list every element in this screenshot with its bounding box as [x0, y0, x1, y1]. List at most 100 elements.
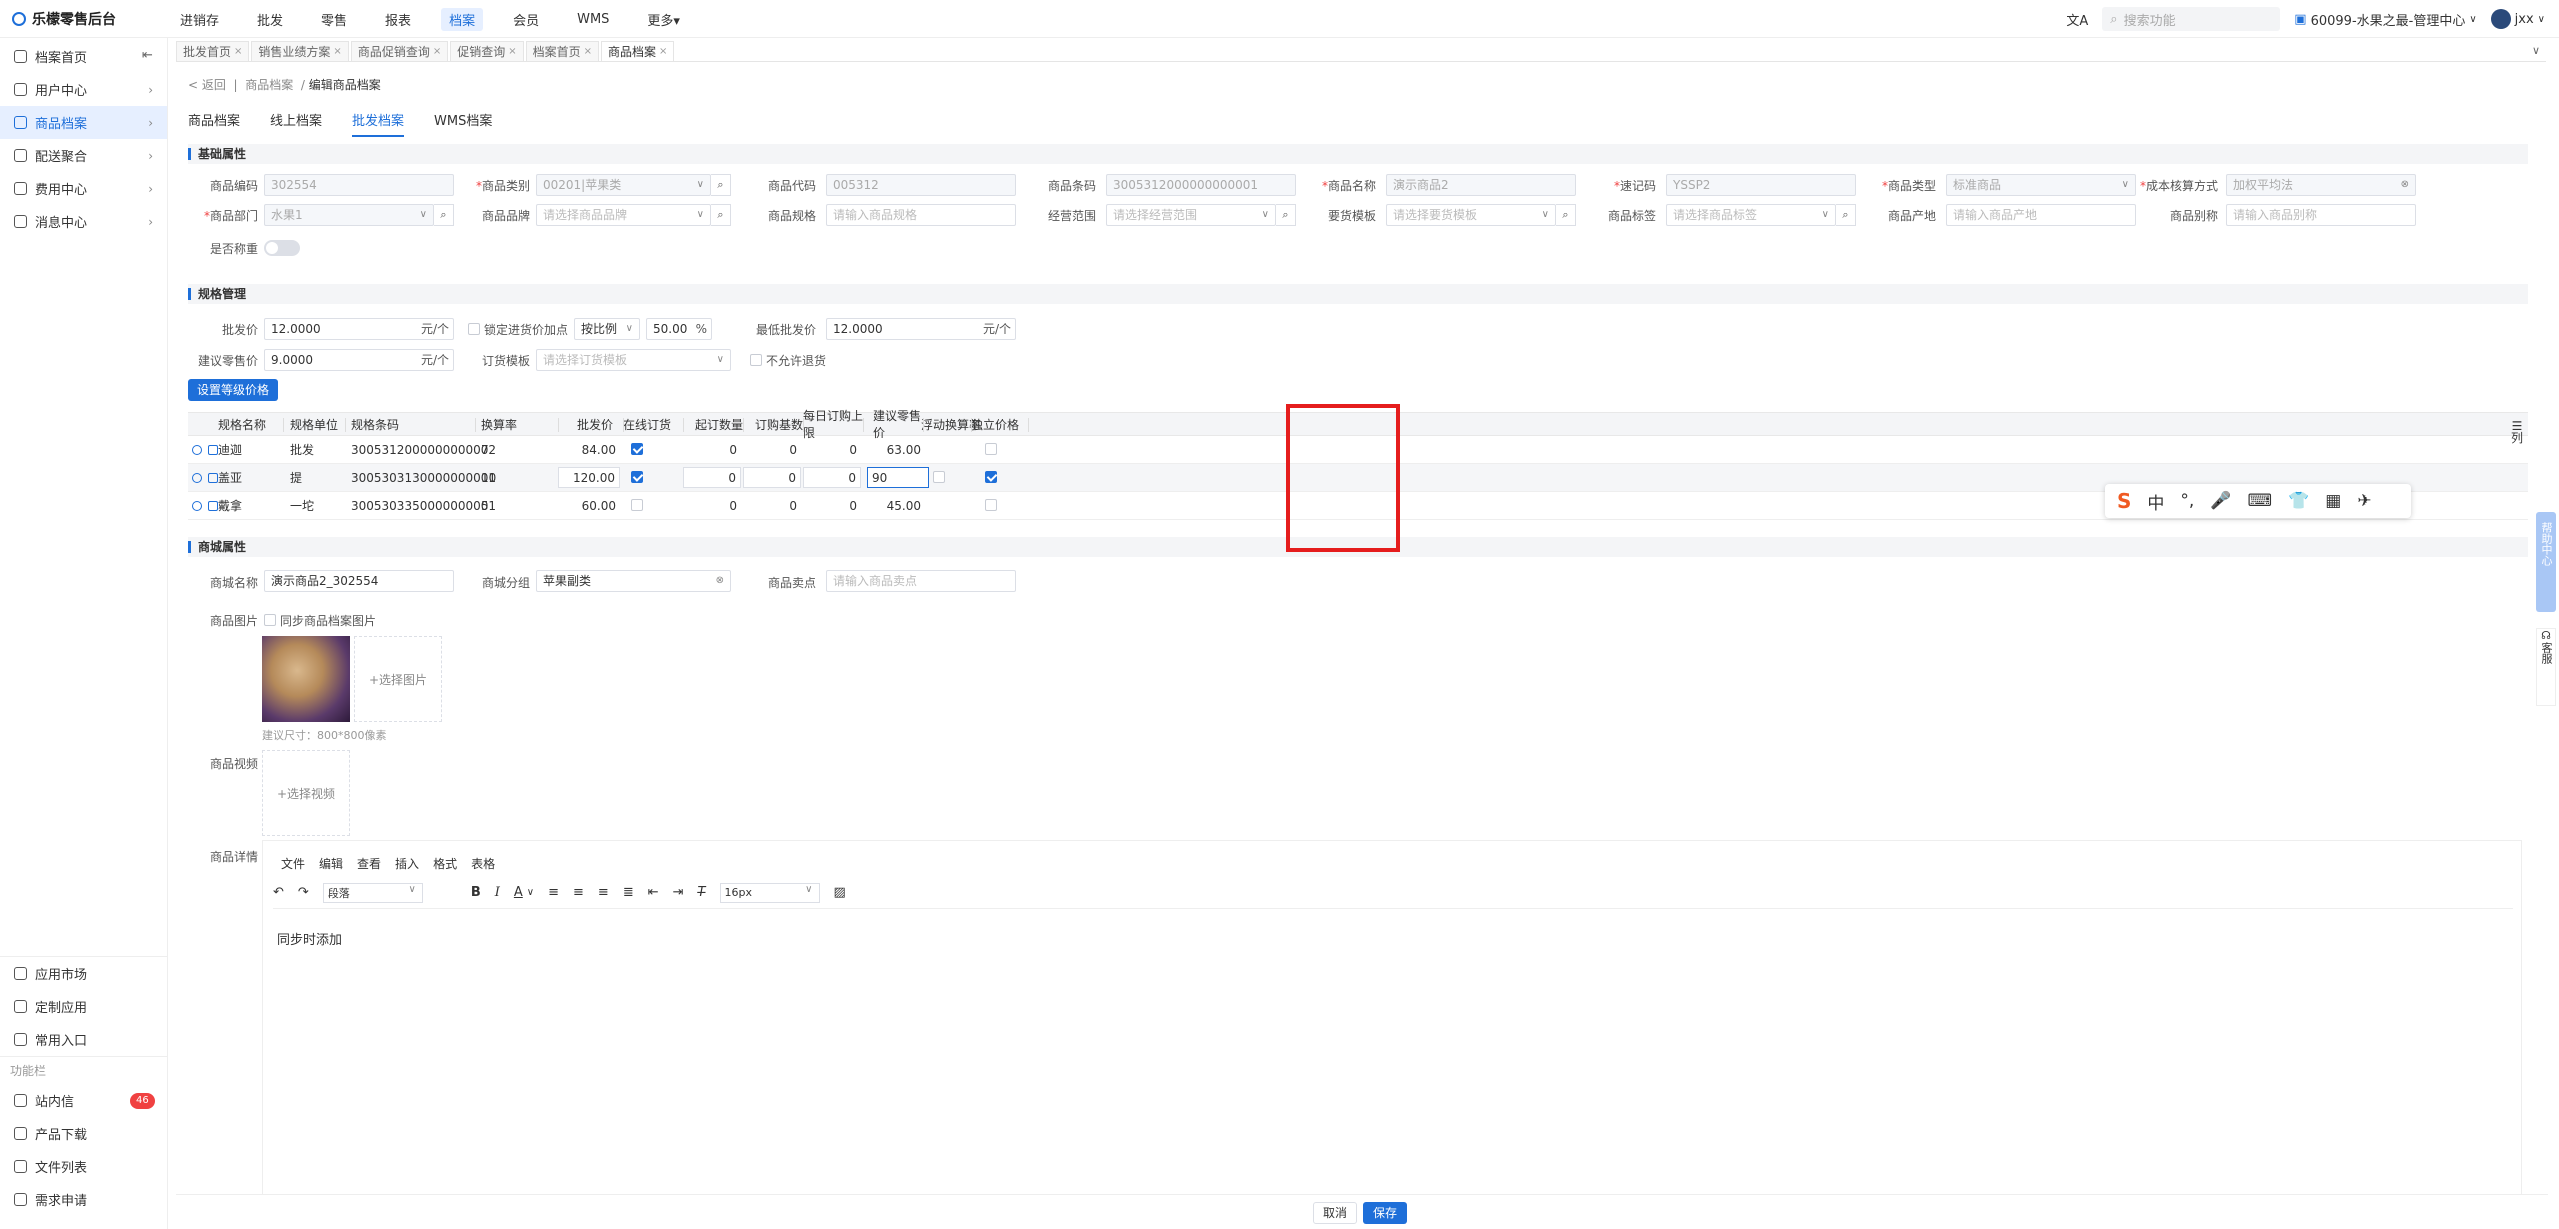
independent-price-checkbox[interactable]: [985, 471, 997, 483]
online-order-checkbox[interactable]: [631, 471, 643, 483]
topnav-item[interactable]: 更多▾: [639, 8, 688, 31]
tabs-dropdown-icon[interactable]: ∨: [2532, 44, 2540, 57]
quick-code-field[interactable]: YSSP2: [1666, 174, 1856, 196]
help-center-tab[interactable]: 帮助中心: [2536, 512, 2556, 612]
tpl-select[interactable]: 请选择要货模板 ∨: [1386, 204, 1556, 226]
sogou-logo-icon[interactable]: S: [2117, 489, 2131, 513]
align-justify-icon[interactable]: ≣: [623, 885, 634, 900]
editor-content[interactable]: 同步时添加: [277, 929, 342, 948]
toolbox-icon[interactable]: ▦: [2325, 491, 2341, 511]
sidebar-item[interactable]: 产品下载: [0, 1117, 168, 1150]
page-tab[interactable]: 档案首页 ×: [525, 41, 600, 61]
percent-field[interactable]: 50.00%: [646, 318, 712, 340]
collapse-sidebar-icon[interactable]: ⇤: [142, 48, 153, 63]
scope-select[interactable]: 请选择经营范围 ∨: [1106, 204, 1276, 226]
close-icon[interactable]: ×: [584, 46, 592, 57]
scope-search-button[interactable]: ⌕: [1276, 204, 1296, 226]
weigh-toggle[interactable]: [264, 240, 300, 256]
ime-mode-icon[interactable]: 中: [2147, 489, 2164, 514]
tag-select[interactable]: 请选择商品标签 ∨: [1666, 204, 1836, 226]
independent-price-checkbox[interactable]: [985, 443, 997, 455]
editor-menu-item[interactable]: 文件: [281, 855, 305, 872]
customer-service-tab[interactable]: ☊ 客服: [2536, 628, 2556, 706]
min-qty-cell[interactable]: 0: [683, 436, 737, 463]
editor-menu-item[interactable]: 格式: [433, 855, 457, 872]
close-icon[interactable]: ×: [333, 46, 341, 57]
topnav-item[interactable]: 会员: [505, 8, 547, 31]
sidebar-item[interactable]: 配送聚合 ›: [0, 139, 167, 172]
independent-price-checkbox[interactable]: [985, 499, 997, 511]
editor-menu-item[interactable]: 编辑: [319, 855, 343, 872]
microphone-icon[interactable]: 🎤: [2210, 491, 2231, 511]
brand-select[interactable]: 请选择商品品牌 ∨: [536, 204, 711, 226]
order-base-cell[interactable]: 0: [743, 436, 797, 463]
editor-menu-item[interactable]: 插入: [395, 855, 419, 872]
retail-price-cell[interactable]: 45.00: [863, 492, 921, 519]
search-input[interactable]: ⌕ 搜索功能: [2102, 7, 2281, 31]
sub-tab[interactable]: WMS档案: [434, 110, 492, 137]
close-icon[interactable]: ×: [659, 46, 667, 57]
paragraph-select[interactable]: 段落 ∨: [322, 882, 423, 903]
daily-limit-cell[interactable]: 0: [803, 492, 857, 519]
image-insert-icon[interactable]: ▨: [834, 885, 846, 900]
extras-icon[interactable]: ✈: [2357, 491, 2371, 511]
category-search-button[interactable]: ⌕: [711, 174, 731, 196]
align-right-icon[interactable]: ≡: [598, 885, 609, 900]
name-field[interactable]: 演示商品2: [1386, 174, 1576, 196]
app-logo[interactable]: 乐檬零售后台: [12, 9, 116, 29]
align-center-icon[interactable]: ≡: [573, 885, 584, 900]
sub-tab[interactable]: 商品档案: [188, 110, 240, 137]
tpl-search-button[interactable]: ⌕: [1556, 204, 1576, 226]
sidebar-item[interactable]: 费用中心 ›: [0, 172, 167, 205]
selling-field[interactable]: 请输入商品卖点: [826, 570, 1016, 592]
add-row-icon[interactable]: [192, 444, 202, 455]
topnav-item[interactable]: 零售: [313, 8, 355, 31]
origin-field[interactable]: 请输入商品产地: [1946, 204, 2136, 226]
close-icon[interactable]: ×: [433, 46, 441, 57]
sidebar-item[interactable]: 用户中心 ›: [0, 73, 167, 106]
sidebar-item[interactable]: 文件列表: [0, 1150, 168, 1183]
mall-group-select[interactable]: 苹果副类 ⊗: [536, 570, 731, 592]
close-icon[interactable]: ×: [234, 46, 242, 57]
daily-limit-cell[interactable]: 0: [803, 467, 861, 488]
sidebar-item[interactable]: 站内信 46: [0, 1084, 168, 1117]
topnav-item[interactable]: 报表: [377, 8, 419, 31]
close-icon[interactable]: ×: [508, 46, 516, 57]
delete-row-icon[interactable]: [208, 444, 218, 455]
add-row-icon[interactable]: [192, 472, 202, 483]
page-tab[interactable]: 商品促销查询 ×: [350, 41, 449, 61]
wholesale-price-cell[interactable]: 60.00: [558, 492, 616, 519]
clear-format-icon[interactable]: T̶: [698, 885, 706, 900]
daily-limit-cell[interactable]: 0: [803, 436, 857, 463]
column-settings[interactable]: ☰ 列: [2511, 420, 2523, 444]
daima-field[interactable]: 005312: [826, 174, 1016, 196]
back-link[interactable]: < 返回: [188, 78, 226, 92]
chevron-down-icon[interactable]: ∨: [527, 887, 534, 898]
order-tpl-select[interactable]: 请选择订货模板 ∨: [536, 349, 731, 371]
wholesale-field[interactable]: 12.0000 元/个: [264, 318, 454, 340]
editor-menu-item[interactable]: 表格: [471, 855, 495, 872]
italic-icon[interactable]: I: [495, 885, 500, 900]
brand-search-button[interactable]: ⌕: [711, 204, 731, 226]
min-qty-cell[interactable]: 0: [683, 492, 737, 519]
translate-icon[interactable]: 文A: [2066, 10, 2088, 29]
choose-image-button[interactable]: +选择图片: [354, 636, 442, 722]
outdent-icon[interactable]: ⇤: [648, 885, 659, 900]
choose-video-button[interactable]: +选择视频: [262, 750, 350, 836]
sub-tab[interactable]: 线上档案: [270, 110, 322, 137]
text-color-icon[interactable]: A: [514, 885, 523, 900]
dept-select[interactable]: 水果1 ∨: [264, 204, 434, 226]
sidebar-item[interactable]: 需求申请: [0, 1183, 168, 1216]
page-tab[interactable]: 商品档案 ×: [601, 41, 675, 61]
no-return-checkbox[interactable]: [750, 354, 762, 366]
order-base-cell[interactable]: 0: [743, 492, 797, 519]
cost-select[interactable]: 加权平均法 ⊗: [2226, 174, 2416, 196]
spec-field[interactable]: 请输入商品规格: [826, 204, 1016, 226]
online-order-checkbox[interactable]: [631, 443, 643, 455]
alias-field[interactable]: 请输入商品别称: [2226, 204, 2416, 226]
sub-tab[interactable]: 批发档案: [352, 110, 405, 137]
topnav-item[interactable]: WMS: [569, 10, 617, 29]
save-button[interactable]: 保存: [1363, 1202, 1407, 1224]
min-price-field[interactable]: 12.0000 元/个: [826, 318, 1016, 340]
delete-row-icon[interactable]: [208, 472, 218, 483]
